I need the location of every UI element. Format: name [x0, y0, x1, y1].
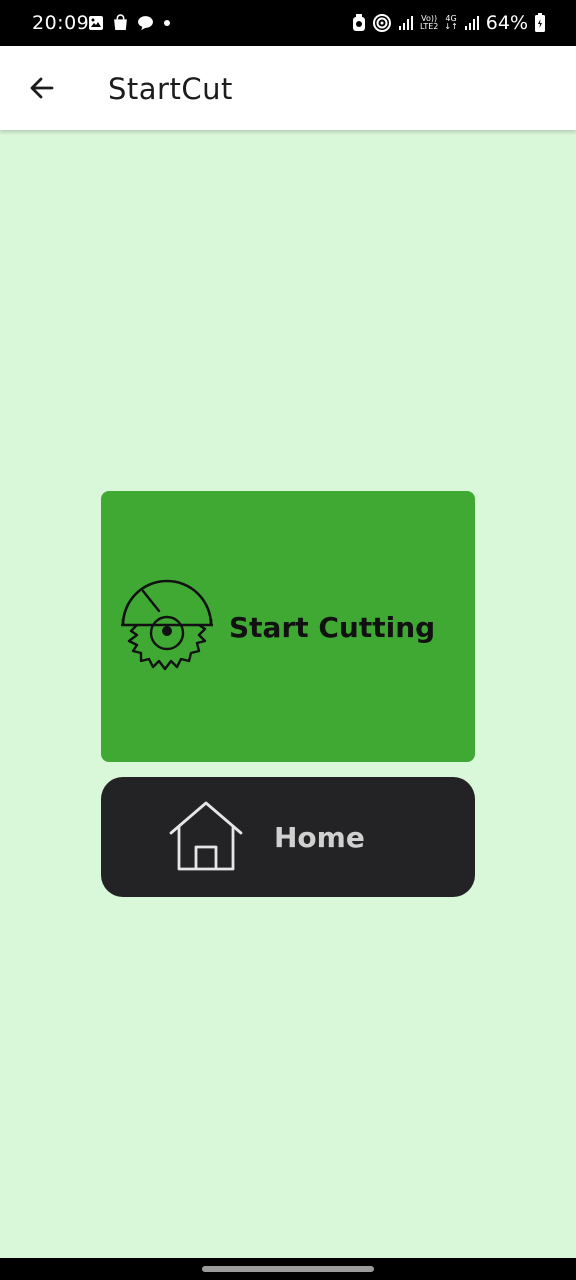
gesture-handle[interactable] [202, 1266, 374, 1272]
status-notification-icons [88, 14, 172, 31]
status-system-icons: Vo)) LTE2 4G ↓↑ 64% [352, 12, 546, 34]
house-icon [169, 801, 243, 871]
battery-percent: 64% [485, 12, 528, 34]
image-icon [89, 15, 103, 30]
arrow-left-icon [30, 77, 54, 99]
signal-icon [398, 16, 413, 30]
circular-saw-icon [121, 579, 213, 671]
chat-bubble-icon [138, 16, 153, 30]
lte-label: LTE2 [419, 22, 439, 31]
status-time: 20:09 [32, 12, 90, 34]
shopping-bag-icon [114, 14, 127, 30]
dot-icon [164, 19, 170, 26]
hotspot-icon [372, 14, 391, 32]
network-type: Vo)) LTE2 [420, 15, 438, 31]
start-cutting-label: Start Cutting [229, 611, 436, 644]
back-button[interactable] [20, 68, 64, 108]
data-arrows-icon: ↓↑ [444, 22, 458, 31]
system-nav-bar [0, 1258, 576, 1280]
battery-icon [535, 13, 545, 32]
network-gen: 4G ↓↑ [444, 15, 457, 31]
app-bar: StartCut [0, 46, 576, 130]
page-title: StartCut [108, 72, 233, 106]
signal-icon [464, 16, 479, 30]
home-label: Home [274, 821, 365, 854]
home-button[interactable]: Home [101, 777, 475, 897]
start-cutting-button[interactable]: Start Cutting [101, 491, 475, 762]
status-bar: 20:09 Vo)) LTE2 4G ↓↑ 64% [0, 0, 576, 46]
alarm-icon [352, 14, 365, 31]
